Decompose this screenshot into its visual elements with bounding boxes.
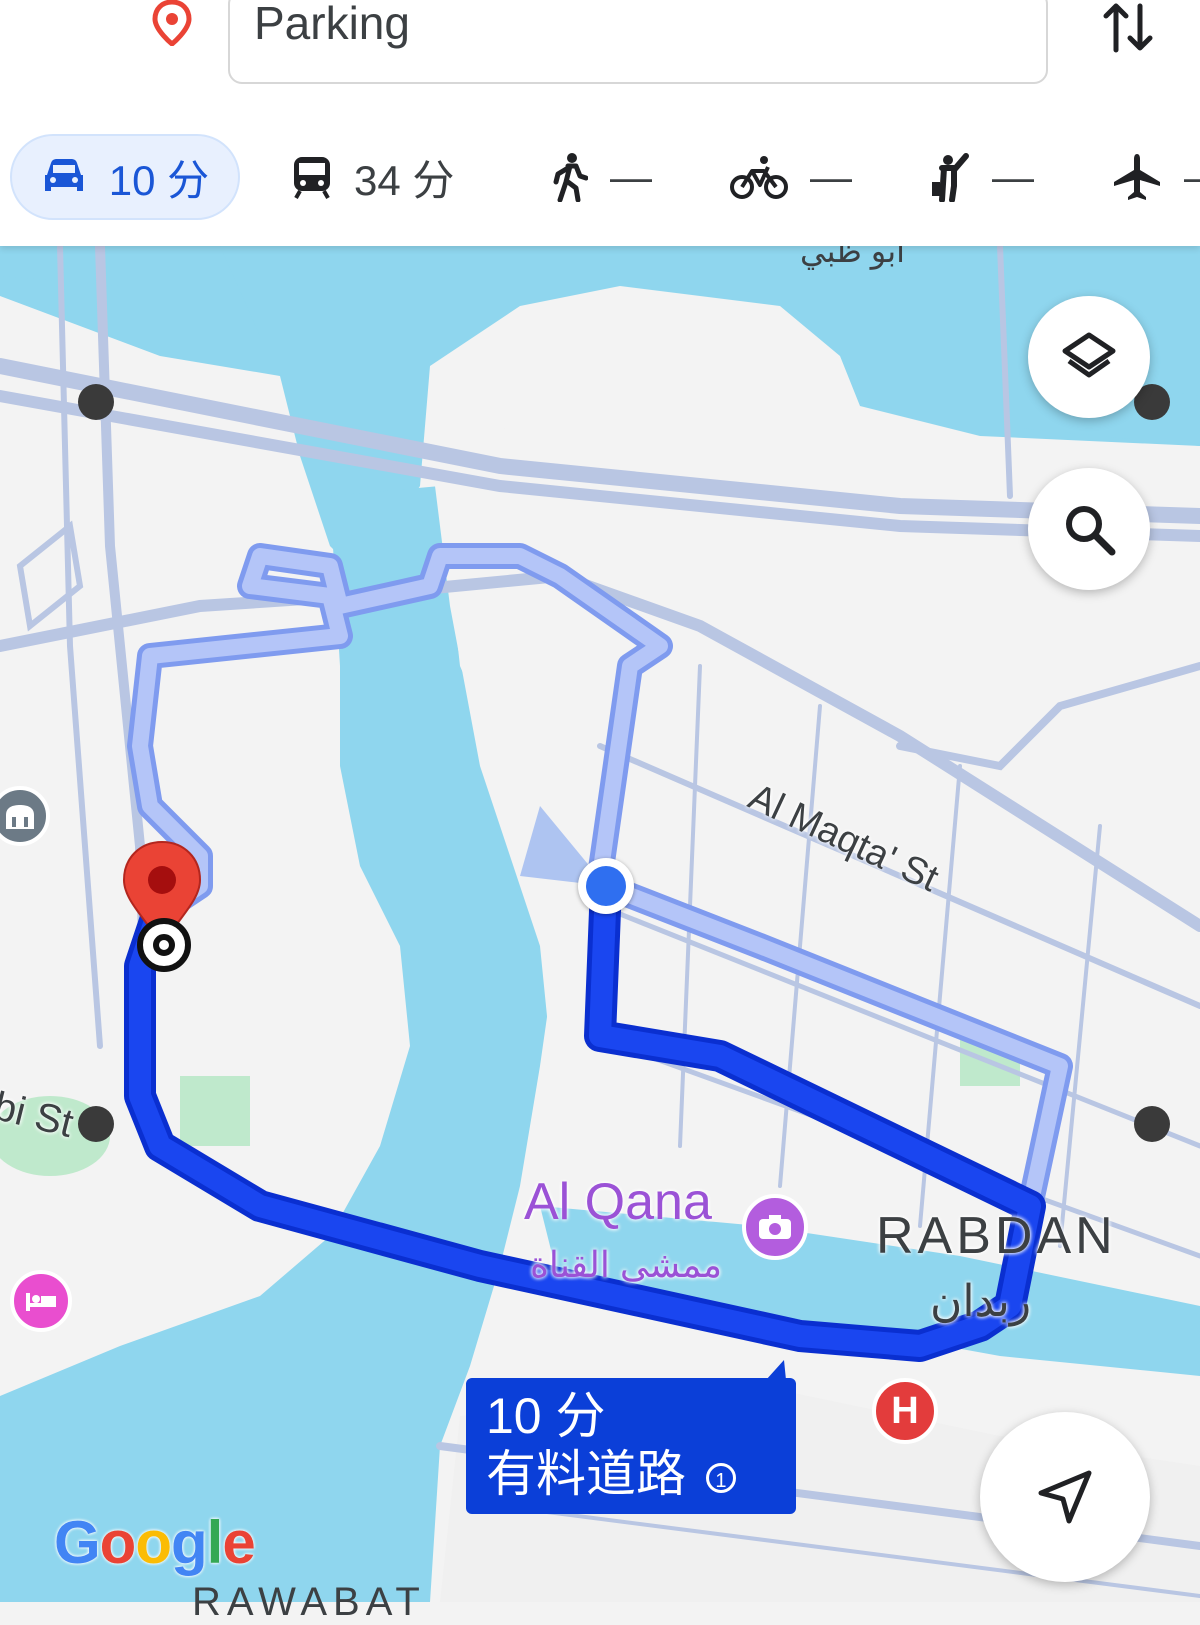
eta-subtitle: 有料道路 1 — [486, 1444, 776, 1504]
flight-time: — — [1184, 153, 1200, 201]
bike-time: — — [810, 153, 852, 200]
search-icon — [1066, 506, 1116, 556]
transit-time: 34 分 — [354, 156, 455, 204]
tab-walk[interactable]: — — [552, 134, 652, 220]
bicycle-icon — [730, 156, 788, 199]
area-label-bottom-partial: RAWABAT — [192, 1580, 426, 1624]
camera-poi-icon[interactable] — [742, 1194, 808, 1260]
callout-tail — [766, 1360, 786, 1380]
origin-target-icon — [137, 918, 191, 972]
park-1 — [180, 1076, 250, 1146]
eta-time: 10 分 — [486, 1388, 606, 1444]
tab-ride[interactable]: — — [930, 134, 1034, 220]
navigation-arrow-icon — [1038, 1470, 1092, 1524]
google-logo: Google — [54, 1509, 256, 1576]
start-navigation-button[interactable] — [980, 1412, 1150, 1582]
hospital-poi-icon[interactable]: H — [872, 1378, 938, 1444]
toll-icon: 1 — [705, 1462, 736, 1493]
area-label-rabdan-arabic: ربدان — [930, 1277, 1032, 1326]
tab-flight[interactable]: — — [1112, 134, 1200, 220]
eta-toll-label: 有料道路 — [486, 1446, 686, 1502]
swap-directions-icon[interactable] — [1100, 2, 1156, 54]
drive-time: 10 分 — [108, 156, 210, 204]
destination-value: Parking — [254, 0, 410, 49]
destination-pin-icon — [152, 0, 192, 46]
destination-field[interactable]: Parking — [228, 0, 1048, 84]
train-icon — [294, 157, 330, 199]
tab-bike[interactable]: — — [730, 134, 852, 220]
route-eta-callout[interactable]: 10 分 有料道路 1 — [466, 1360, 796, 1514]
area-label-rabdan: RABDAN — [876, 1207, 1117, 1265]
tab-drive[interactable]: 10 分 — [10, 134, 240, 220]
directions-header: Parking 10 分 34 分 — — — — [0, 0, 1200, 246]
layers-button[interactable] — [1028, 296, 1150, 418]
walk-time: — — [610, 153, 652, 200]
ride-time: — — [992, 153, 1034, 200]
airplane-icon — [1114, 154, 1160, 200]
car-icon — [44, 159, 83, 191]
place-label-al-qana-arabic: ممشى القناة — [530, 1244, 723, 1285]
layers-icon — [1062, 332, 1116, 378]
hotel-poi-icon[interactable] — [10, 1270, 72, 1332]
tab-transit[interactable]: 34 分 — [292, 134, 454, 220]
current-location-dot — [578, 858, 634, 914]
place-label-al-qana: Al Qana — [524, 1173, 712, 1231]
walking-icon — [553, 153, 588, 202]
search-along-route-button[interactable] — [1028, 468, 1150, 590]
travel-mode-tabs: 10 分 34 分 — — — — [0, 134, 1200, 222]
ride-hail-icon — [932, 153, 969, 202]
